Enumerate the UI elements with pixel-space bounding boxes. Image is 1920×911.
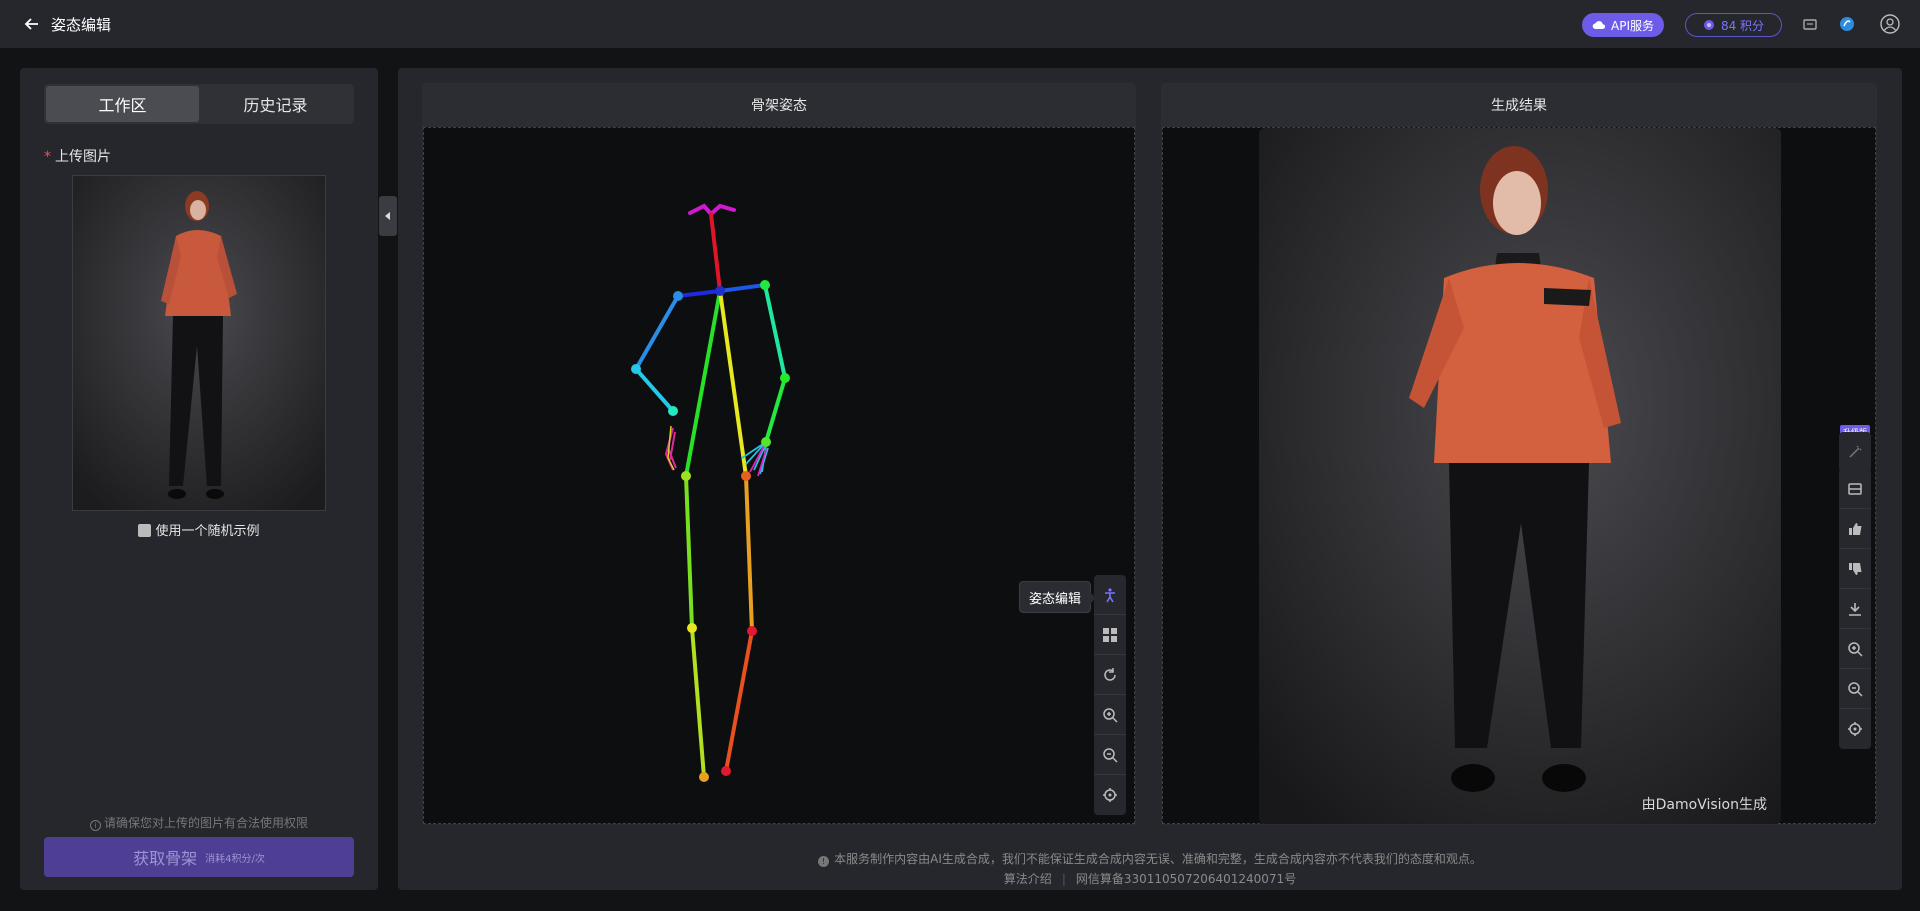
reset-tool[interactable] xyxy=(1094,655,1126,695)
result-card: 生成结果 由DamoVision生成 xyxy=(1161,83,1877,825)
tab-workspace[interactable]: 工作区 xyxy=(46,86,199,122)
result-zoom-in-tool[interactable] xyxy=(1839,629,1871,669)
rights-note-text: 请确保您对上传的图片有合法使用权限 xyxy=(103,816,308,830)
footer-separator: | xyxy=(1061,872,1066,886)
api-service-label: API服务 xyxy=(1611,18,1654,33)
collapse-panel-button[interactable] xyxy=(379,196,397,236)
generated-image-graphic xyxy=(1259,128,1781,824)
result-toolbar xyxy=(1839,469,1871,749)
zoom-in-icon xyxy=(1103,707,1118,723)
footer-links: 算法介绍 | 网信算备330110507206401240071号 xyxy=(398,870,1902,887)
api-service-button[interactable]: API服务 xyxy=(1582,13,1664,37)
generated-image[interactable]: 由DamoVision生成 xyxy=(1259,128,1781,824)
pose-edit-tooltip: 姿态编辑 xyxy=(1019,581,1096,613)
algorithm-intro-link[interactable]: 算法介绍 xyxy=(1004,872,1052,886)
points-label: 84 积分 xyxy=(1720,18,1765,33)
skeleton-toolbar xyxy=(1094,575,1126,815)
main-panel: 骨架姿态 姿态编辑 生成结果 由DamoVision生成 ! 本服务制作内容由A… xyxy=(398,68,1902,890)
watermark-text: 由DamoVision生成 xyxy=(1641,797,1767,813)
result-canvas[interactable]: 由DamoVision生成 升级版 xyxy=(1162,127,1876,824)
chevron-left-icon xyxy=(385,212,390,220)
result-center-tool[interactable] xyxy=(1839,709,1871,749)
center-tool[interactable] xyxy=(1094,775,1126,815)
zoom-out-icon xyxy=(1103,747,1118,763)
person-icon xyxy=(1105,587,1115,602)
download-tool[interactable] xyxy=(1839,589,1871,629)
message-icon[interactable] xyxy=(1801,15,1819,33)
upload-label-text: 上传图片 xyxy=(55,149,111,165)
get-skeleton-cost: 消耗4积分/次 xyxy=(205,853,265,865)
back-arrow-icon[interactable] xyxy=(22,14,42,34)
left-panel: 工作区 历史记录 * 上传图片 使用一个随机示例 i 请确保您对上传的图片有合法使用… xyxy=(20,68,397,890)
random-example-label: 使用一个随机示例 xyxy=(155,524,260,539)
like-tool[interactable] xyxy=(1839,509,1871,549)
result-toolbar-top xyxy=(1839,432,1871,472)
uploaded-image-thumbnail[interactable] xyxy=(72,175,326,511)
required-mark: * xyxy=(44,149,51,165)
refresh-icon xyxy=(1104,667,1116,681)
download-icon xyxy=(1849,602,1861,616)
upscale-tool[interactable] xyxy=(1839,432,1871,472)
app-logo-icon[interactable] xyxy=(1838,15,1856,33)
thumbs-up-icon xyxy=(1849,522,1862,535)
image-compare-icon xyxy=(1848,482,1862,495)
dislike-tool[interactable] xyxy=(1839,549,1871,589)
coin-icon xyxy=(1703,20,1714,30)
zoom-out-icon xyxy=(1848,681,1863,697)
workspace-tabs: 工作区 历史记录 xyxy=(44,84,354,124)
icp-filing-link[interactable]: 网信算备330110507206401240071号 xyxy=(1076,872,1296,886)
user-avatar-icon[interactable] xyxy=(1880,14,1900,34)
skeleton-card-title: 骨架姿态 xyxy=(751,98,807,114)
skeleton-card: 骨架姿态 姿态编辑 xyxy=(422,83,1136,825)
crosshair-icon xyxy=(1848,722,1862,736)
magic-wand-icon xyxy=(1849,445,1862,458)
pose-skeleton[interactable] xyxy=(424,128,1136,824)
dice-icon xyxy=(138,524,152,537)
uploaded-image xyxy=(73,176,325,510)
info-icon: ! xyxy=(818,856,830,867)
page-title: 姿态编辑 xyxy=(51,16,112,34)
result-zoom-out-tool[interactable] xyxy=(1839,669,1871,709)
get-skeleton-label: 获取骨架 xyxy=(133,849,198,868)
upload-label: * 上传图片 xyxy=(44,146,111,166)
footer-disclaimer-text: 本服务制作内容由AI生成合成，我们不能保证生成合成内容无误、准确和完整，生成合成… xyxy=(834,852,1482,866)
thumbs-down-icon xyxy=(1849,562,1862,575)
grid-icon xyxy=(1103,627,1117,642)
random-example-link[interactable]: 使用一个随机示例 xyxy=(20,520,378,539)
grid-tool[interactable] xyxy=(1094,615,1126,655)
rights-note: i 请确保您对上传的图片有合法使用权限 xyxy=(20,814,378,831)
get-skeleton-button[interactable]: 获取骨架 消耗4积分/次 xyxy=(44,837,354,877)
zoom-in-tool[interactable] xyxy=(1094,695,1126,735)
cloud-icon xyxy=(1592,21,1606,29)
top-bar: 姿态编辑 API服务 84 积分 xyxy=(0,0,1920,48)
crosshair-icon xyxy=(1103,788,1117,802)
points-button[interactable]: 84 积分 xyxy=(1685,13,1782,37)
result-card-title: 生成结果 xyxy=(1491,98,1547,114)
info-icon: i xyxy=(89,820,101,831)
pose-edit-tool[interactable] xyxy=(1094,575,1126,615)
zoom-in-icon xyxy=(1848,641,1863,657)
tab-history[interactable]: 历史记录 xyxy=(199,86,352,122)
zoom-out-tool[interactable] xyxy=(1094,735,1126,775)
skeleton-canvas[interactable]: 姿态编辑 xyxy=(423,127,1135,824)
footer-disclaimer: ! 本服务制作内容由AI生成合成，我们不能保证生成合成内容无误、准确和完整，生成合… xyxy=(398,850,1902,867)
compare-tool[interactable] xyxy=(1839,469,1871,509)
